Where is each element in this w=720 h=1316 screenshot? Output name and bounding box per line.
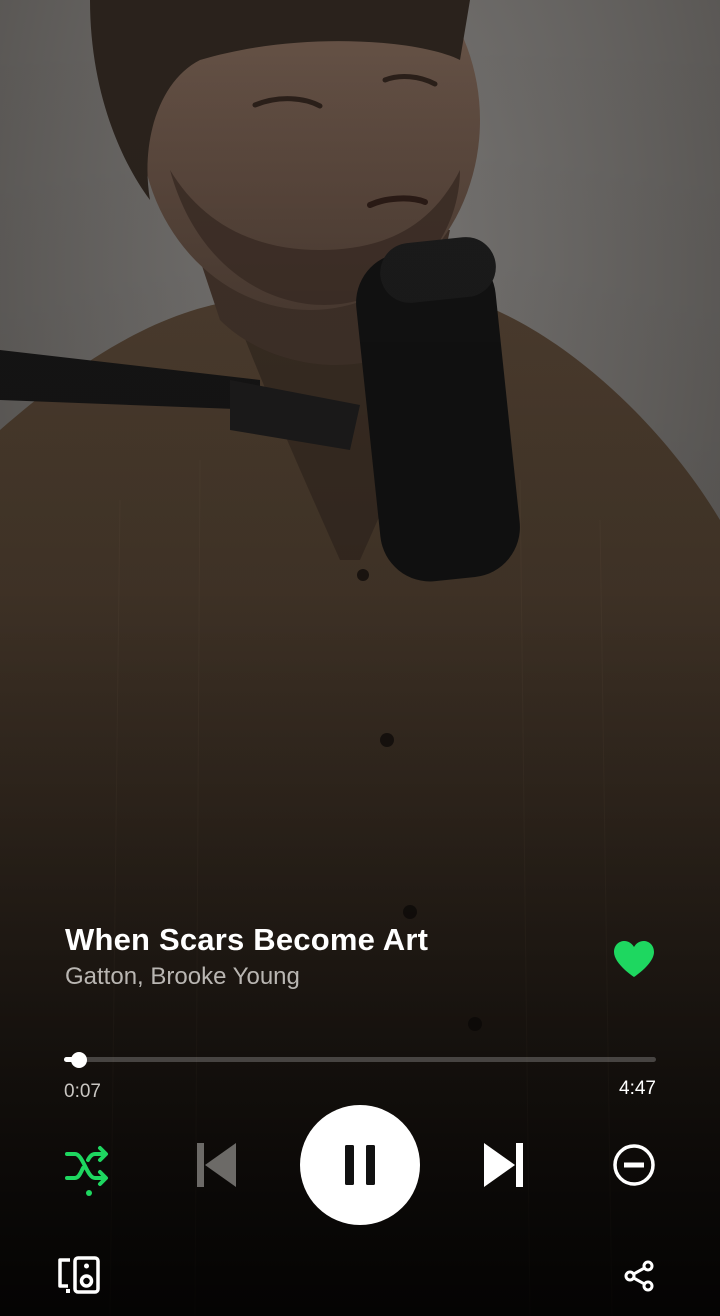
- connect-devices-button[interactable]: [54, 1252, 102, 1298]
- pause-icon: [345, 1145, 375, 1185]
- track-title[interactable]: When Scars Become Art: [65, 920, 585, 960]
- progress-track: [64, 1057, 656, 1062]
- share-button[interactable]: [618, 1254, 662, 1298]
- previous-track-button[interactable]: [190, 1138, 242, 1192]
- track-artists[interactable]: Gatton, Brooke Young: [65, 962, 585, 992]
- shuffle-icon: [65, 1146, 108, 1196]
- like-button[interactable]: [610, 936, 658, 982]
- minus-circle-icon: [613, 1144, 655, 1186]
- skip-previous-icon: [197, 1143, 236, 1187]
- playback-progress-slider[interactable]: [64, 1050, 656, 1070]
- connect-devices-icon: [58, 1256, 100, 1294]
- share-icon: [624, 1260, 654, 1292]
- play-pause-button[interactable]: [300, 1105, 420, 1225]
- total-duration: 4:47: [619, 1078, 656, 1099]
- next-track-button[interactable]: [478, 1138, 530, 1192]
- elapsed-time: 0:07: [64, 1081, 101, 1102]
- shuffle-button[interactable]: [60, 1140, 114, 1200]
- skip-next-icon: [484, 1143, 523, 1187]
- shuffle-active-dot: [86, 1190, 92, 1196]
- hide-song-button[interactable]: [608, 1138, 660, 1192]
- heart-icon: [614, 941, 654, 977]
- progress-thumb[interactable]: [71, 1052, 87, 1068]
- track-info: When Scars Become Art Gatton, Brooke You…: [65, 920, 585, 992]
